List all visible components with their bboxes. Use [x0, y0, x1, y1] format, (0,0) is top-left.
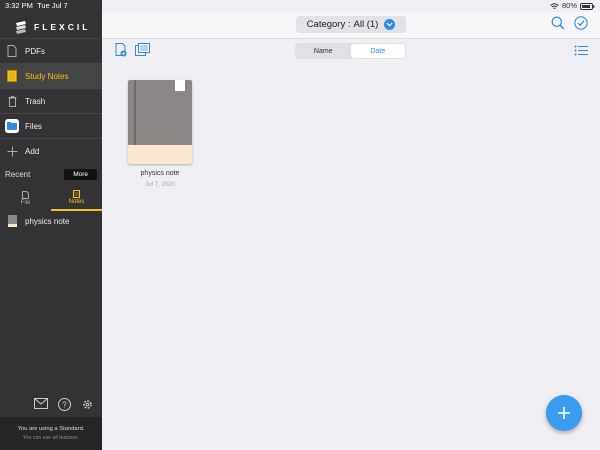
bookmark-icon — [175, 80, 185, 91]
sidebar-item-label: Add — [25, 146, 40, 156]
recent-item-label: physics note — [25, 216, 70, 226]
plan-line2: You can use all features. — [22, 435, 80, 441]
recent-header: Recent More — [0, 167, 102, 181]
notebook-cover[interactable] — [128, 80, 192, 164]
toolbar-left-icons — [115, 43, 151, 57]
sidebar-item-add[interactable]: Add — [0, 138, 102, 163]
chevron-down-icon — [384, 19, 396, 30]
more-button[interactable]: More — [64, 168, 97, 180]
note-card-physics-note[interactable]: physics note Jul 7, 2020 — [128, 80, 194, 188]
sidebar-item-study-notes[interactable]: Study Notes — [0, 63, 102, 88]
brand: FLEXCIL — [14, 20, 90, 34]
tab-notes[interactable]: Notes — [51, 185, 102, 211]
sort-by-date[interactable]: Date — [350, 44, 405, 58]
tab-label: Notes — [68, 198, 85, 205]
wifi-icon — [550, 2, 559, 9]
top-actions — [551, 16, 588, 30]
note-title: physics note — [140, 170, 180, 177]
battery-percent: 80% — [561, 1, 577, 10]
main-content: Category : All (1) Name Date physics not… — [102, 0, 600, 450]
recent-tabs: File Notes — [0, 185, 102, 211]
flexcil-logo-icon — [16, 21, 26, 34]
files-app-icon — [5, 119, 19, 133]
multi-documents-icon[interactable] — [135, 43, 151, 57]
toolbar: Name Date — [102, 40, 600, 62]
notebook-icon — [5, 69, 19, 83]
select-check-icon[interactable] — [574, 16, 588, 30]
status-left: 3:32 PM Tue Jul 7 — [5, 0, 68, 12]
trash-icon — [5, 94, 19, 108]
recent-title: Recent — [5, 169, 31, 179]
file-icon — [22, 190, 29, 199]
plus-icon — [558, 407, 570, 419]
category-label: Category : — [306, 19, 351, 30]
pdf-file-icon — [5, 44, 19, 58]
status-bar: 3:32 PM Tue Jul 7 80% — [0, 0, 600, 12]
sidebar-item-trash[interactable]: Trash — [0, 88, 102, 113]
add-button[interactable] — [546, 395, 582, 431]
svg-text:?: ? — [62, 401, 67, 410]
sidebar-bottom-icons: ? — [34, 398, 94, 411]
sort-segmented-control: Name Date — [295, 43, 406, 59]
plan-banner: You are using a Standard. You can use al… — [0, 417, 102, 450]
sidebar-item-label: Study Notes — [25, 71, 69, 81]
sidebar-item-label: PDFs — [25, 46, 45, 56]
mail-icon[interactable] — [34, 398, 48, 409]
sidebar-item-label: Files — [25, 121, 42, 131]
sidebar: FLEXCIL PDFs Study Notes Trash Files Add… — [0, 0, 102, 450]
sidebar-nav: PDFs Study Notes Trash Files Add — [0, 38, 102, 163]
notebook-thumbnail-icon — [8, 215, 17, 227]
search-icon[interactable] — [551, 16, 565, 30]
recent-item-physics-note[interactable]: physics note — [8, 215, 69, 227]
sidebar-item-label: Trash — [25, 96, 46, 106]
gear-icon[interactable] — [81, 398, 94, 411]
status-time: 3:32 PM — [5, 1, 33, 10]
list-view-icon[interactable] — [574, 45, 588, 56]
plan-line1: You are using a Standard. — [17, 426, 85, 432]
notes-icon — [73, 189, 80, 198]
status-date: Tue Jul 7 — [37, 1, 68, 10]
tab-file[interactable]: File — [0, 185, 51, 211]
notebook-cover-band — [128, 145, 192, 164]
top-bar: Category : All (1) — [102, 12, 600, 39]
category-dropdown[interactable]: Category : All (1) — [296, 16, 406, 33]
note-date: Jul 7, 2020 — [145, 182, 175, 188]
sidebar-item-pdfs[interactable]: PDFs — [0, 38, 102, 63]
new-document-icon[interactable] — [115, 43, 128, 57]
sidebar-item-files[interactable]: Files — [0, 113, 102, 138]
brand-name: FLEXCIL — [34, 22, 91, 32]
sort-by-name[interactable]: Name — [296, 44, 351, 58]
help-icon[interactable]: ? — [58, 398, 71, 411]
battery-icon — [580, 2, 595, 10]
status-right: 80% — [550, 0, 595, 12]
plus-icon — [5, 144, 19, 158]
tab-label: File — [20, 199, 31, 206]
category-value: All (1) — [353, 19, 379, 30]
